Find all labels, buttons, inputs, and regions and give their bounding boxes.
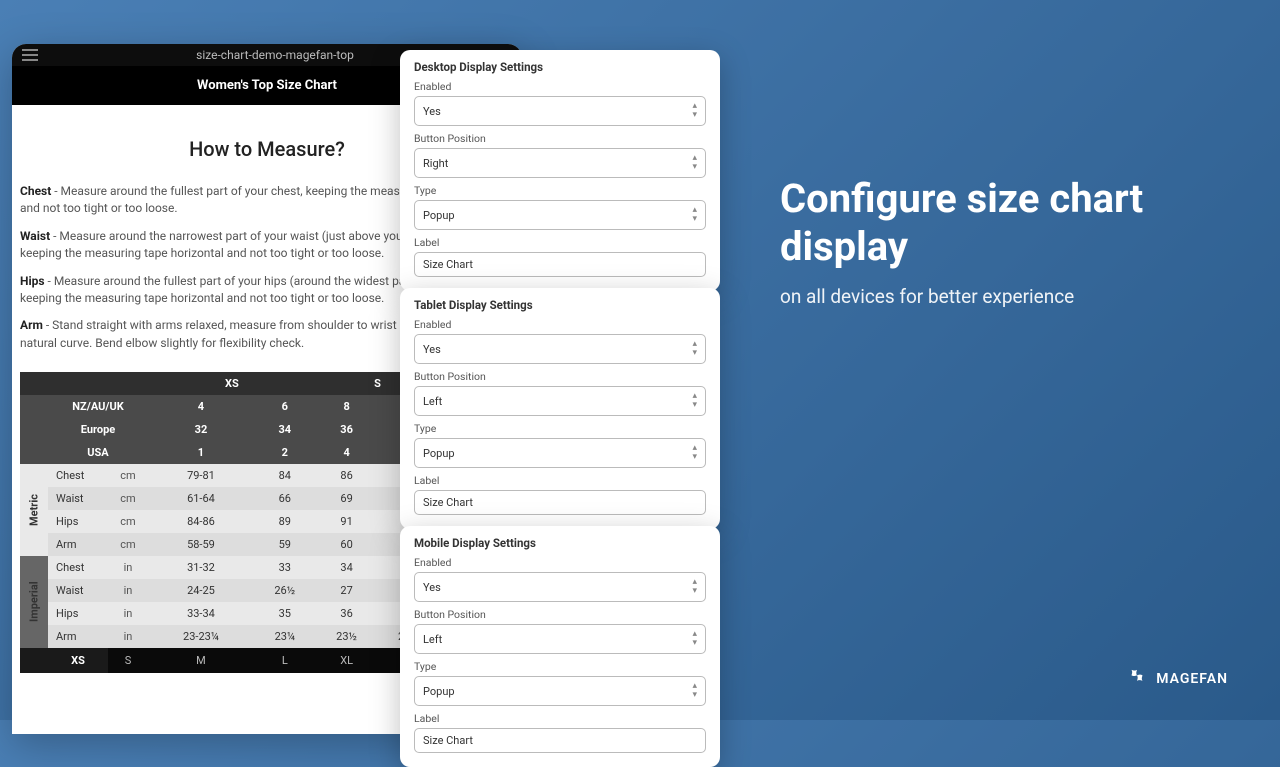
marketing-copy: Configure size chart display on all devi… bbox=[780, 175, 1210, 308]
tablet-display-settings: Tablet Display Settings Enabled Yes▴▾ Butto… bbox=[400, 288, 720, 529]
label-input[interactable]: Size Chart bbox=[414, 252, 706, 277]
unit-tab[interactable]: Imperial bbox=[20, 556, 48, 648]
fan-icon bbox=[1126, 668, 1148, 690]
marketing-subtitle: on all devices for better experience bbox=[780, 285, 1210, 308]
panel-title: Mobile Display Settings bbox=[414, 536, 706, 550]
chevron-updown-icon: ▴▾ bbox=[692, 206, 697, 224]
label-label: Label bbox=[414, 474, 706, 487]
marketing-title: Configure size chart display bbox=[780, 175, 1210, 271]
bottom-size[interactable]: M bbox=[148, 648, 254, 673]
chevron-updown-icon: ▴▾ bbox=[692, 682, 697, 700]
type-select[interactable]: Popup▴▾ bbox=[414, 200, 706, 230]
enabled-label: Enabled bbox=[414, 80, 706, 93]
label-label: Label bbox=[414, 236, 706, 249]
hamburger-icon[interactable] bbox=[22, 49, 38, 61]
chevron-updown-icon: ▴▾ bbox=[692, 154, 697, 172]
type-select[interactable]: Popup▴▾ bbox=[414, 676, 706, 706]
enabled-select[interactable]: Yes▴▾ bbox=[414, 334, 706, 364]
brand-logo: MAGEFAN bbox=[1126, 668, 1228, 690]
panel-title: Desktop Display Settings bbox=[414, 60, 706, 74]
chevron-updown-icon: ▴▾ bbox=[692, 392, 697, 410]
desktop-display-settings: Desktop Display Settings Enabled Yes▴▾ Butt… bbox=[400, 50, 720, 291]
bottom-size[interactable]: XS bbox=[48, 648, 108, 673]
bottom-size[interactable]: S bbox=[108, 648, 148, 673]
type-label: Type bbox=[414, 184, 706, 197]
button-position-select[interactable]: Left▴▾ bbox=[414, 624, 706, 654]
type-label: Type bbox=[414, 660, 706, 673]
label-input[interactable]: Size Chart bbox=[414, 728, 706, 753]
chevron-updown-icon: ▴▾ bbox=[692, 578, 697, 596]
type-label: Type bbox=[414, 422, 706, 435]
enabled-select[interactable]: Yes▴▾ bbox=[414, 96, 706, 126]
chevron-updown-icon: ▴▾ bbox=[692, 630, 697, 648]
unit-tab[interactable]: Metric bbox=[20, 464, 48, 556]
bottom-size[interactable]: XL bbox=[316, 648, 378, 673]
button-position-label: Button Position bbox=[414, 608, 706, 621]
chevron-updown-icon: ▴▾ bbox=[692, 102, 697, 120]
mobile-display-settings: Mobile Display Settings Enabled Yes▴▾ Butto… bbox=[400, 526, 720, 767]
type-select[interactable]: Popup▴▾ bbox=[414, 438, 706, 468]
label-label: Label bbox=[414, 712, 706, 725]
panel-title: Tablet Display Settings bbox=[414, 298, 706, 312]
button-position-label: Button Position bbox=[414, 132, 706, 145]
label-input[interactable]: Size Chart bbox=[414, 490, 706, 515]
enabled-select[interactable]: Yes▴▾ bbox=[414, 572, 706, 602]
bottom-size[interactable]: L bbox=[254, 648, 316, 673]
enabled-label: Enabled bbox=[414, 318, 706, 331]
chevron-updown-icon: ▴▾ bbox=[692, 340, 697, 358]
button-position-select[interactable]: Left▴▾ bbox=[414, 386, 706, 416]
chevron-updown-icon: ▴▾ bbox=[692, 444, 697, 462]
enabled-label: Enabled bbox=[414, 556, 706, 569]
button-position-select[interactable]: Right▴▾ bbox=[414, 148, 706, 178]
button-position-label: Button Position bbox=[414, 370, 706, 383]
brand-text: MAGEFAN bbox=[1156, 671, 1228, 687]
size-letter: XS bbox=[148, 372, 316, 395]
